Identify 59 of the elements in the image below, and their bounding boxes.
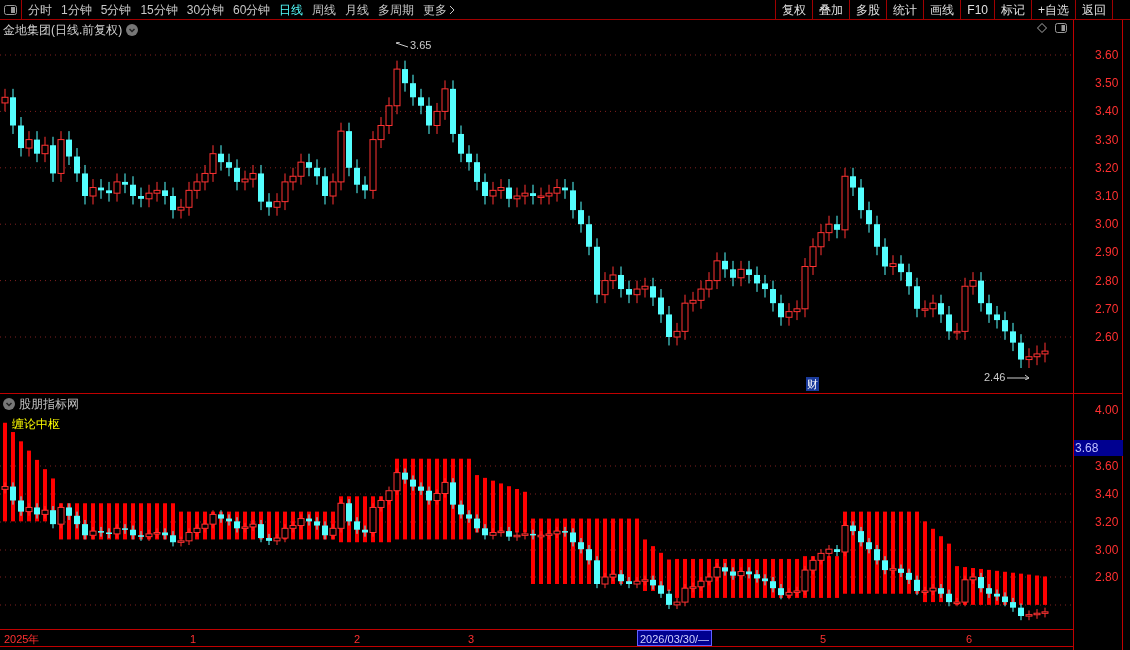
toolbar-button[interactable]: 复权 (776, 0, 814, 19)
price-tick-label: 3.00 (1095, 217, 1119, 232)
period-tab[interactable]: 1分钟 (61, 0, 92, 19)
indicator-legend: 缠论中枢 (12, 415, 60, 433)
dropdown-icon[interactable] (126, 24, 139, 36)
date-label: 2025年 (4, 632, 40, 647)
price-tick-label: 3.20 (1095, 160, 1119, 175)
price-tick-label: 2.80 (1095, 273, 1119, 288)
low-price-label: 2.46 (984, 370, 1006, 385)
cursor-price-label: 3.68 (1074, 440, 1123, 456)
date-label: 3 (468, 632, 475, 647)
panel-toggle-icon[interactable] (4, 4, 17, 15)
price-tick-label: 4.00 (1095, 403, 1119, 417)
toolbar-button[interactable]: 返回 (1076, 0, 1113, 19)
high-price-label: 3.65 (410, 38, 432, 53)
toolbar-button[interactable]: F10 (961, 0, 995, 19)
leader-line (396, 42, 408, 49)
chevron-right-icon (449, 4, 456, 15)
price-tick-label: 3.50 (1095, 76, 1119, 91)
price-tick-label: 3.20 (1095, 515, 1119, 529)
date-label: 2 (354, 632, 361, 647)
toolbar-button[interactable]: 标记 (995, 0, 1032, 19)
date-label: 1 (190, 632, 197, 647)
price-tick-label: 2.80 (1095, 570, 1119, 584)
date-label: 5 (820, 632, 827, 647)
period-tab[interactable]: 周线 (312, 0, 337, 19)
price-tick-label: 3.40 (1095, 104, 1119, 119)
diamond-icon[interactable] (1037, 23, 1047, 33)
toolbar-button[interactable]: 统计 (887, 0, 925, 19)
price-tick-label: 3.60 (1095, 459, 1119, 473)
dropdown-icon[interactable] (3, 398, 15, 410)
period-tab[interactable]: 60分钟 (233, 0, 271, 19)
period-tab[interactable]: 30分钟 (186, 0, 225, 19)
period-tab[interactable]: 5分钟 (100, 0, 132, 19)
period-tab[interactable]: 分时 (28, 0, 52, 19)
period-tab[interactable]: 多周期 (378, 0, 415, 19)
price-tick-label: 3.10 (1095, 189, 1119, 203)
price-tick-label: 2.70 (1095, 301, 1119, 316)
period-tab[interactable]: 月线 (345, 0, 370, 19)
event-marker[interactable]: 财 (806, 377, 819, 391)
chart-title: 金地集团(日线.前复权) (3, 22, 123, 39)
indicator-title: 股朋指标网 (19, 396, 79, 413)
price-tick-label: 3.60 (1095, 48, 1119, 62)
price-tick-label: 2.90 (1095, 245, 1119, 260)
cursor-date-label: 2026/03/30/— (637, 630, 713, 646)
price-tick-label: 3.30 (1095, 132, 1119, 147)
price-tick-label: 3.00 (1095, 543, 1119, 557)
period-tab[interactable]: 15分钟 (140, 0, 178, 19)
toolbar-button[interactable]: 叠加 (813, 0, 851, 19)
panel-toggle-icon[interactable] (1055, 23, 1067, 33)
price-tick-label: 3.40 (1095, 487, 1119, 501)
date-label: 6 (966, 632, 973, 647)
price-tick-label: 2.60 (1095, 330, 1119, 344)
period-tab[interactable]: 更多 (423, 0, 456, 19)
period-tab[interactable]: 日线 (279, 0, 304, 19)
toolbar-button[interactable]: 多股 (850, 0, 888, 19)
toolbar-button[interactable]: +自选 (1032, 0, 1076, 19)
toolbar-button[interactable]: 画线 (924, 0, 962, 19)
leader-line (1007, 374, 1030, 381)
